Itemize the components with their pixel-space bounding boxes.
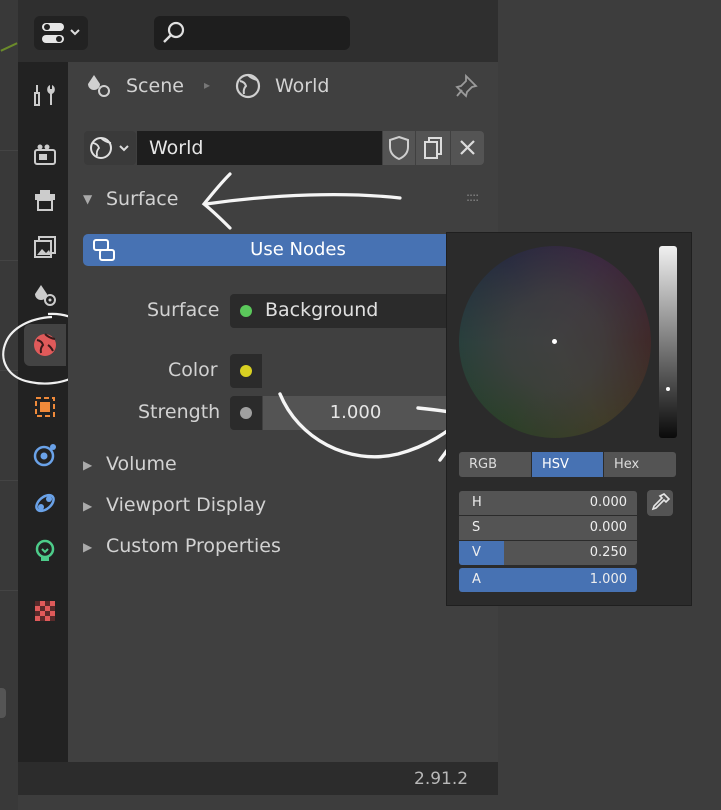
mode-tab-hex[interactable]: Hex [604,452,676,477]
hue-field[interactable]: H 0.000 [459,491,637,515]
view-layer-icon [34,236,56,258]
surface-label: Surface [147,299,220,321]
world-browse-dropdown[interactable] [84,131,136,165]
strength-socket[interactable] [230,396,262,430]
scene-icon [35,285,56,306]
annotation-arrow-left [201,172,402,230]
breadcrumb-world: World [275,75,330,97]
object-icon [35,397,55,417]
fake-user-button[interactable] [383,131,415,165]
mode-tab-rgb[interactable]: RGB [459,452,531,477]
eyedropper-icon [651,493,671,511]
tab-object[interactable] [24,386,66,428]
mode-hsv-label: HSV [542,457,569,472]
mode-tab-hsv[interactable]: HSV [532,452,603,477]
tab-view-layer[interactable] [24,226,66,268]
viewport-gridline [0,590,18,591]
editor-type-dropdown[interactable] [34,16,88,50]
editor-type-icon [42,23,80,43]
output-icon [35,190,55,211]
constraints-icon [35,493,55,513]
breadcrumb-separator-icon: ▸ [204,78,211,92]
value-field[interactable]: V 0.250 [459,541,637,565]
alpha-field[interactable]: A 1.000 [459,568,637,592]
world-icon [90,137,129,159]
pin-icon[interactable] [454,72,482,100]
viewport-axis-line [0,42,18,52]
color-label: Color [168,359,218,381]
alpha-label: A [472,572,481,587]
unlink-world-button[interactable] [451,131,484,165]
viewport-gridline [0,480,18,481]
world-icon [235,73,261,99]
tab-render[interactable] [24,134,66,176]
world-name-field[interactable]: World [137,131,382,165]
viewport-display-expand-chevron-icon[interactable]: ▶ [83,499,92,513]
viewport-gridline [0,150,18,151]
saturation-label: S [472,520,481,535]
use-nodes-button[interactable]: Use Nodes [83,234,463,266]
mode-hex-label: Hex [614,457,640,472]
version-label: 2.91.2 [414,769,469,789]
light-bulb-icon [35,539,55,561]
value-label: V [472,545,481,560]
surface-shader-value: Background [265,299,379,321]
surface-panel-title[interactable]: Surface [106,188,178,210]
surface-expand-chevron-icon[interactable]: ▼ [83,192,92,206]
hue-value: 0.000 [589,495,627,510]
drag-handle-icon[interactable]: :::: [466,190,479,204]
texture-checker-icon [35,601,55,621]
saturation-field[interactable]: S 0.000 [459,516,637,540]
duplicate-icon [424,137,442,159]
custom-properties-expand-chevron-icon[interactable]: ▶ [83,540,92,554]
world-name-text: World [149,137,204,159]
color-wheel[interactable] [459,246,651,438]
volume-panel-title[interactable]: Volume [106,453,177,475]
hue-label: H [472,495,482,510]
scene-icon [88,75,110,97]
shield-icon [389,135,409,161]
search-input[interactable] [154,16,350,50]
physics-icon [33,444,56,467]
viewport-gridline [0,260,18,261]
color-wheel-cursor[interactable] [552,339,557,344]
strength-socket-dot-icon [240,407,252,419]
custom-properties-panel-title[interactable]: Custom Properties [106,535,281,557]
shader-socket-dot-icon [240,305,252,317]
breadcrumb-scene: Scene [126,75,184,97]
color-socket[interactable] [230,354,262,388]
tab-output[interactable] [24,180,66,222]
alpha-value: 1.000 [589,572,627,587]
color-socket-dot-icon [240,365,252,377]
3d-viewport-edge[interactable] [0,0,18,810]
eyedropper-button[interactable] [647,490,673,516]
volume-expand-chevron-icon[interactable]: ▶ [83,458,92,472]
tab-physics[interactable] [24,434,66,476]
tool-icon [34,85,55,106]
value-slider-cursor[interactable] [666,387,670,391]
viewport-display-panel-title[interactable]: Viewport Display [106,494,266,516]
strength-label: Strength [138,401,221,423]
status-bar: 2.91.2 [18,762,498,795]
mode-rgb-label: RGB [469,457,498,472]
saturation-value: 0.000 [589,520,627,535]
value-slider[interactable] [659,246,677,438]
search-icon [163,21,185,43]
value-field-fill [459,541,504,565]
tab-tool[interactable] [24,74,66,116]
tab-constraints[interactable] [24,482,66,524]
tab-texture[interactable] [24,590,66,632]
render-icon [34,144,56,165]
viewport-widget[interactable] [0,688,6,718]
surface-shader-dropdown[interactable]: Background [230,294,470,328]
new-world-button[interactable] [416,131,450,165]
close-icon [460,140,475,155]
tab-object-data[interactable] [24,530,66,572]
value-value: 0.250 [589,545,627,560]
